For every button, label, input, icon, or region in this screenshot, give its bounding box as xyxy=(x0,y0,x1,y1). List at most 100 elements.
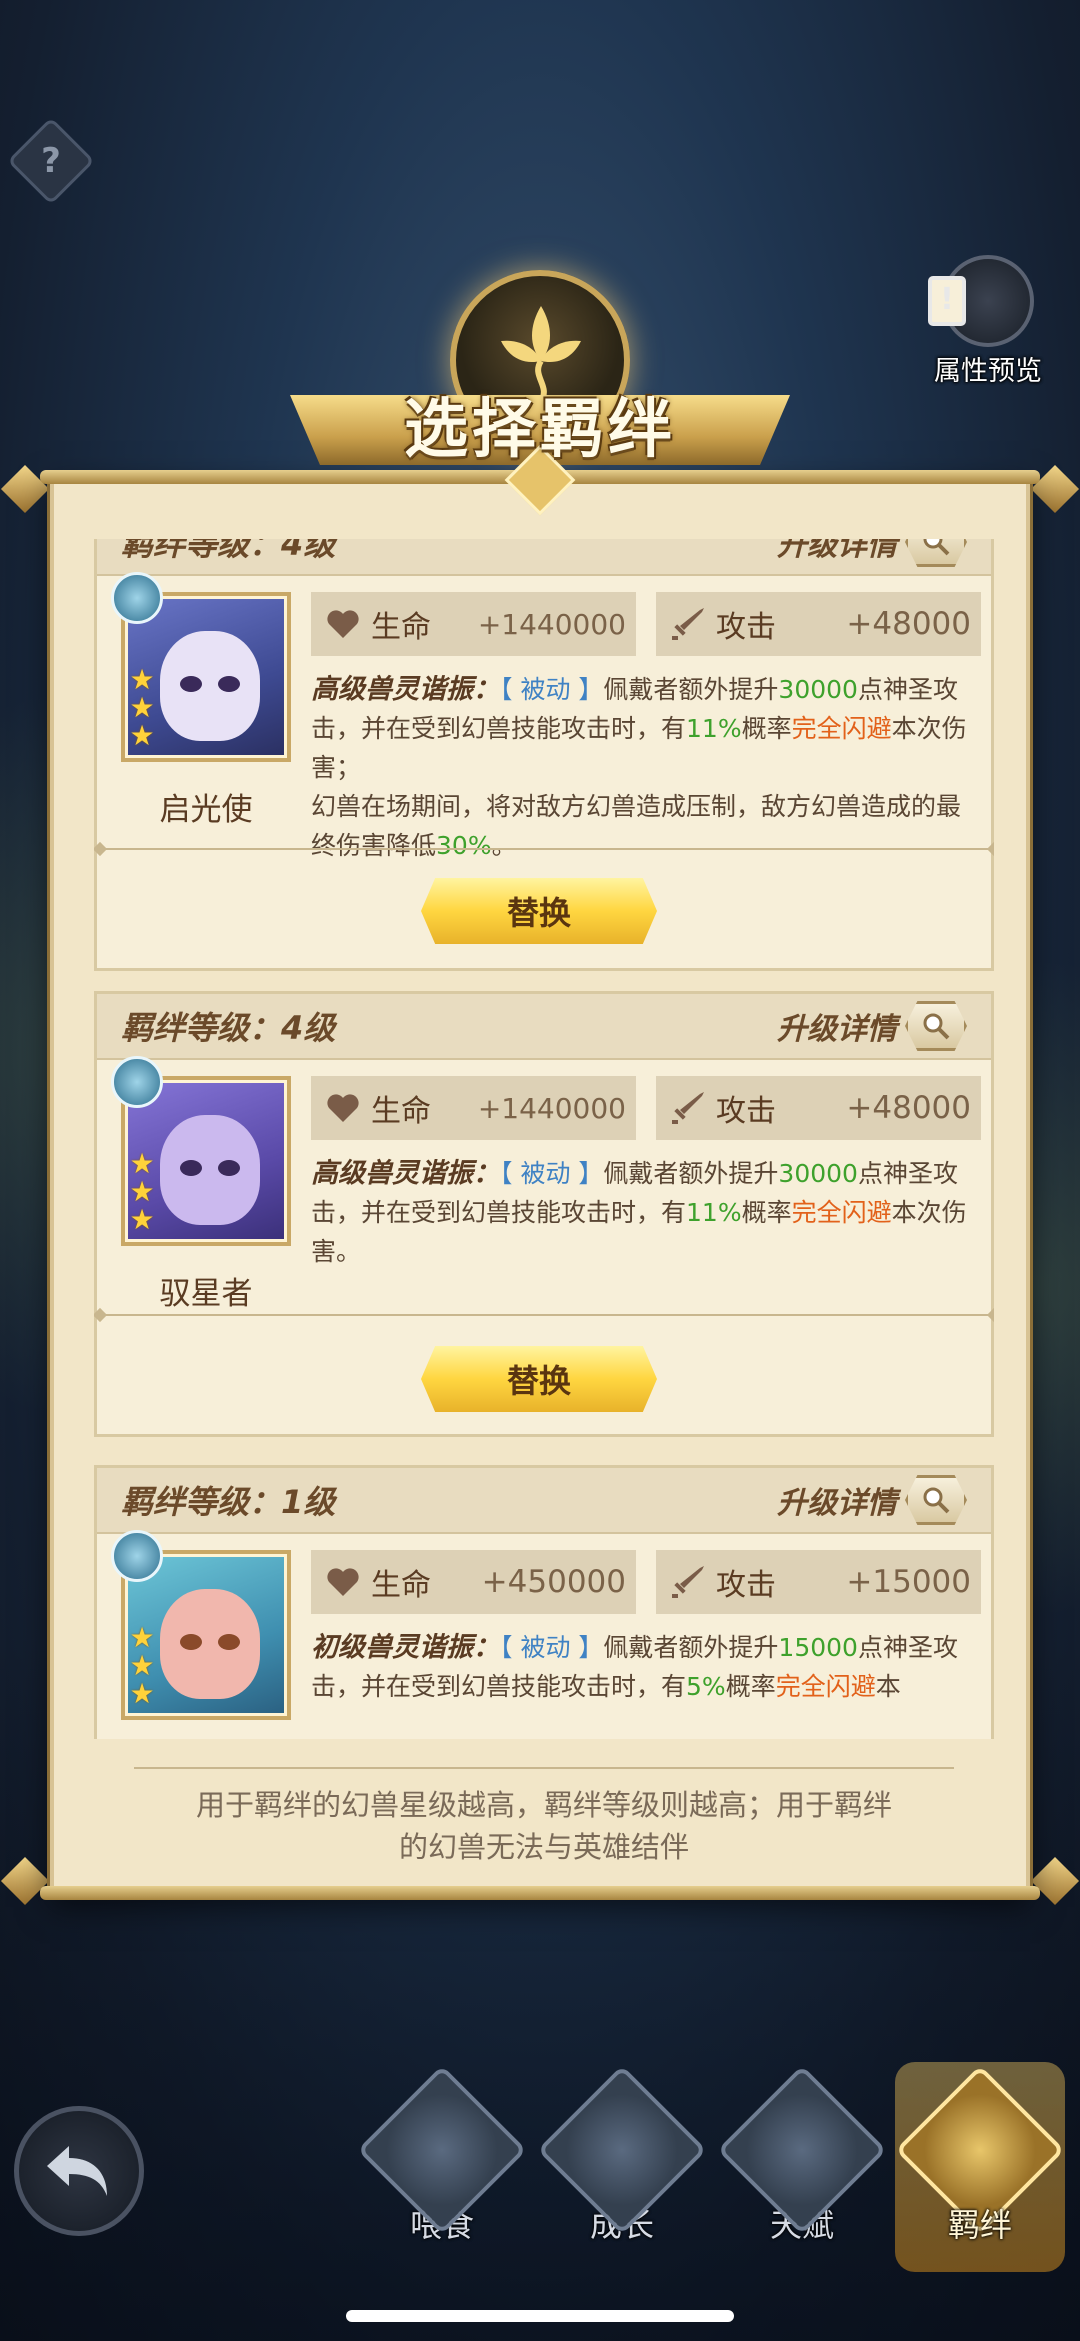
stat-hp-value: +450000 xyxy=(481,1564,626,1600)
tab-talent[interactable]: 天赋 xyxy=(717,2065,887,2260)
attribute-preview-icon: ! xyxy=(928,255,1034,347)
card-header: 羁绊等级：4级 升级详情 xyxy=(97,539,991,576)
heart-icon xyxy=(327,610,359,638)
card-divider xyxy=(97,848,994,850)
sword-icon xyxy=(672,1566,704,1598)
title-banner: 选择羁绊 xyxy=(290,270,790,516)
star-rating: ★ ★ ★ xyxy=(127,666,157,750)
question-icon: ? xyxy=(41,141,61,181)
stat-hp: 生命 +1440000 xyxy=(311,1076,636,1140)
bond-level-label: 羁绊等级：4级 xyxy=(121,539,336,563)
magnifier-icon xyxy=(905,539,967,567)
bond-card: 羁绊等级：4级 升级详情 ★ ★ ★ xyxy=(94,991,994,1437)
stat-attack-value: +48000 xyxy=(846,606,971,642)
tab-growth[interactable]: 成长 xyxy=(537,2065,707,2260)
bond-card: 羁绊等级：1级 升级详情 ★ ★ ★ 生命 +450000 攻击 +15000 … xyxy=(94,1465,994,1739)
card-header: 羁绊等级：1级 升级详情 xyxy=(97,1468,991,1534)
stat-attack-value: +48000 xyxy=(846,1090,971,1126)
sword-icon xyxy=(672,1092,704,1124)
stat-attack: 攻击 +48000 xyxy=(656,592,981,656)
card-header: 羁绊等级：4级 升级详情 xyxy=(97,994,991,1060)
pet-portrait-group[interactable]: ★ ★ ★ xyxy=(111,1530,301,1720)
star-icon: ★ xyxy=(129,1203,155,1236)
upgrade-details-label: 升级详情 xyxy=(777,1012,897,1047)
back-arrow-icon xyxy=(47,2146,107,2196)
upgrade-details-button[interactable]: 升级详情 xyxy=(777,539,967,567)
tab-bond[interactable]: 羁绊 xyxy=(895,2062,1065,2272)
stat-attack: 攻击 +15000 xyxy=(656,1550,981,1614)
bond-level-label: 羁绊等级：1级 xyxy=(121,1483,336,1521)
bond-level-label: 羁绊等级：4级 xyxy=(121,1009,336,1047)
pet-face xyxy=(160,631,260,741)
skill-description: 高级兽灵谐振：【 被动 】佩戴者额外提升30000点神圣攻击，并在受到幻兽技能攻… xyxy=(311,1158,967,1266)
heart-icon xyxy=(327,1568,359,1596)
stat-hp-value: +1440000 xyxy=(477,1091,626,1125)
bond-card: 羁绊等级：4级 升级详情 ★ ★ ★ xyxy=(94,539,994,971)
upgrade-details-button[interactable]: 升级详情 xyxy=(777,1475,967,1525)
magnifier-icon xyxy=(905,1001,967,1051)
tab-bond-label: 羁绊 xyxy=(947,2206,1012,2244)
passive-tag: 【 被动 】 xyxy=(500,1159,604,1188)
attribute-preview-label: 属性预览 xyxy=(934,356,1042,387)
pet-portrait: ★ ★ ★ xyxy=(111,572,291,762)
star-icon: ★ xyxy=(129,1175,155,1208)
skill-description: 高级兽灵谐振：【 被动 】佩戴者额外提升30000点神圣攻击，并在受到幻兽技能攻… xyxy=(311,674,967,860)
page-title: 选择羁绊 xyxy=(404,393,676,467)
skill-name: 高级兽灵谐振： xyxy=(311,674,500,705)
pet-name: 启光使 xyxy=(159,792,253,828)
heart-icon xyxy=(327,1094,359,1122)
element-badge-icon xyxy=(111,572,163,624)
star-icon: ★ xyxy=(129,1677,155,1710)
passive-tag: 【 被动 】 xyxy=(500,1633,604,1662)
footer-note: 用于羁绊的幻兽星级越高，羁绊等级则越高；用于羁绊的幻兽无法与英雄结伴 xyxy=(195,1788,892,1864)
attribute-preview-button[interactable]: ! 属性预览 xyxy=(928,255,1048,387)
pet-face xyxy=(160,1115,260,1225)
bond-selection-panel: 羁绊等级：4级 升级详情 ★ ★ ★ 启光使 生命 +1440000 攻击 +4… xyxy=(50,475,1030,1897)
pet-face xyxy=(160,1589,260,1699)
pet-name: 驭星者 xyxy=(159,1276,253,1312)
bond-list[interactable]: 羁绊等级：4级 升级详情 ★ ★ ★ 启光使 生命 +1440000 攻击 +4… xyxy=(94,539,994,1739)
upgrade-details-label: 升级详情 xyxy=(777,539,897,563)
skill-name: 高级兽灵谐振： xyxy=(311,1158,500,1189)
footer-divider xyxy=(134,1767,954,1769)
stat-hp: 生命 +1440000 xyxy=(311,592,636,656)
back-button[interactable] xyxy=(14,2106,144,2236)
star-icon: ★ xyxy=(129,1621,155,1654)
star-rating: ★ ★ ★ xyxy=(127,1624,157,1708)
pet-portrait: ★ ★ ★ xyxy=(111,1530,291,1720)
star-icon: ★ xyxy=(129,1147,155,1180)
replace-button[interactable]: 替换 xyxy=(421,878,657,944)
card-body: ★ ★ ★ 驭星者 生命 +1440000 攻击 +48000 高级兽灵谐振：【… xyxy=(97,1056,991,1320)
upgrade-details-label: 升级详情 xyxy=(777,1486,897,1521)
stat-attack: 攻击 +48000 xyxy=(656,1076,981,1140)
pet-portrait-group[interactable]: ★ ★ ★ 驭星者 xyxy=(111,1056,301,1313)
card-body: ★ ★ ★ 启光使 生命 +1440000 攻击 +48000 高级兽灵谐振：【… xyxy=(97,572,991,860)
stat-row: 生命 +1440000 攻击 +48000 xyxy=(311,592,981,656)
replace-button[interactable]: 替换 xyxy=(421,1346,657,1412)
scroll-rod-bottom xyxy=(40,1886,1040,1900)
stat-hp: 生命 +450000 xyxy=(311,1550,636,1614)
stat-row: 生命 +450000 攻击 +15000 xyxy=(311,1550,981,1614)
skill-name: 初级兽灵谐振： xyxy=(311,1632,500,1663)
stat-attack-value: +15000 xyxy=(846,1564,971,1600)
magnifier-icon xyxy=(905,1475,967,1525)
element-badge-icon xyxy=(111,1530,163,1582)
star-icon: ★ xyxy=(129,663,155,696)
sword-icon xyxy=(672,608,704,640)
card-divider xyxy=(97,1314,994,1316)
tab-feed[interactable]: 喂食 xyxy=(357,2065,527,2260)
element-badge-icon xyxy=(111,1056,163,1108)
star-icon: ★ xyxy=(129,1649,155,1682)
pet-portrait-group[interactable]: ★ ★ ★ 启光使 xyxy=(111,572,301,829)
passive-tag: 【 被动 】 xyxy=(500,675,604,704)
home-indicator[interactable] xyxy=(346,2310,734,2322)
star-icon: ★ xyxy=(129,691,155,724)
stat-row: 生命 +1440000 攻击 +48000 xyxy=(311,1076,981,1140)
upgrade-details-button[interactable]: 升级详情 xyxy=(777,1001,967,1051)
star-icon: ★ xyxy=(129,719,155,752)
pet-portrait: ★ ★ ★ xyxy=(111,1056,291,1246)
star-rating: ★ ★ ★ xyxy=(127,1150,157,1234)
skill-description: 初级兽灵谐振：【 被动 】佩戴者额外提升15000点神圣攻击，并在受到幻兽技能攻… xyxy=(311,1632,958,1701)
stat-hp-value: +1440000 xyxy=(477,607,626,641)
card-body: ★ ★ ★ 生命 +450000 攻击 +15000 初级兽灵谐振：【 被动 】… xyxy=(97,1530,991,1739)
